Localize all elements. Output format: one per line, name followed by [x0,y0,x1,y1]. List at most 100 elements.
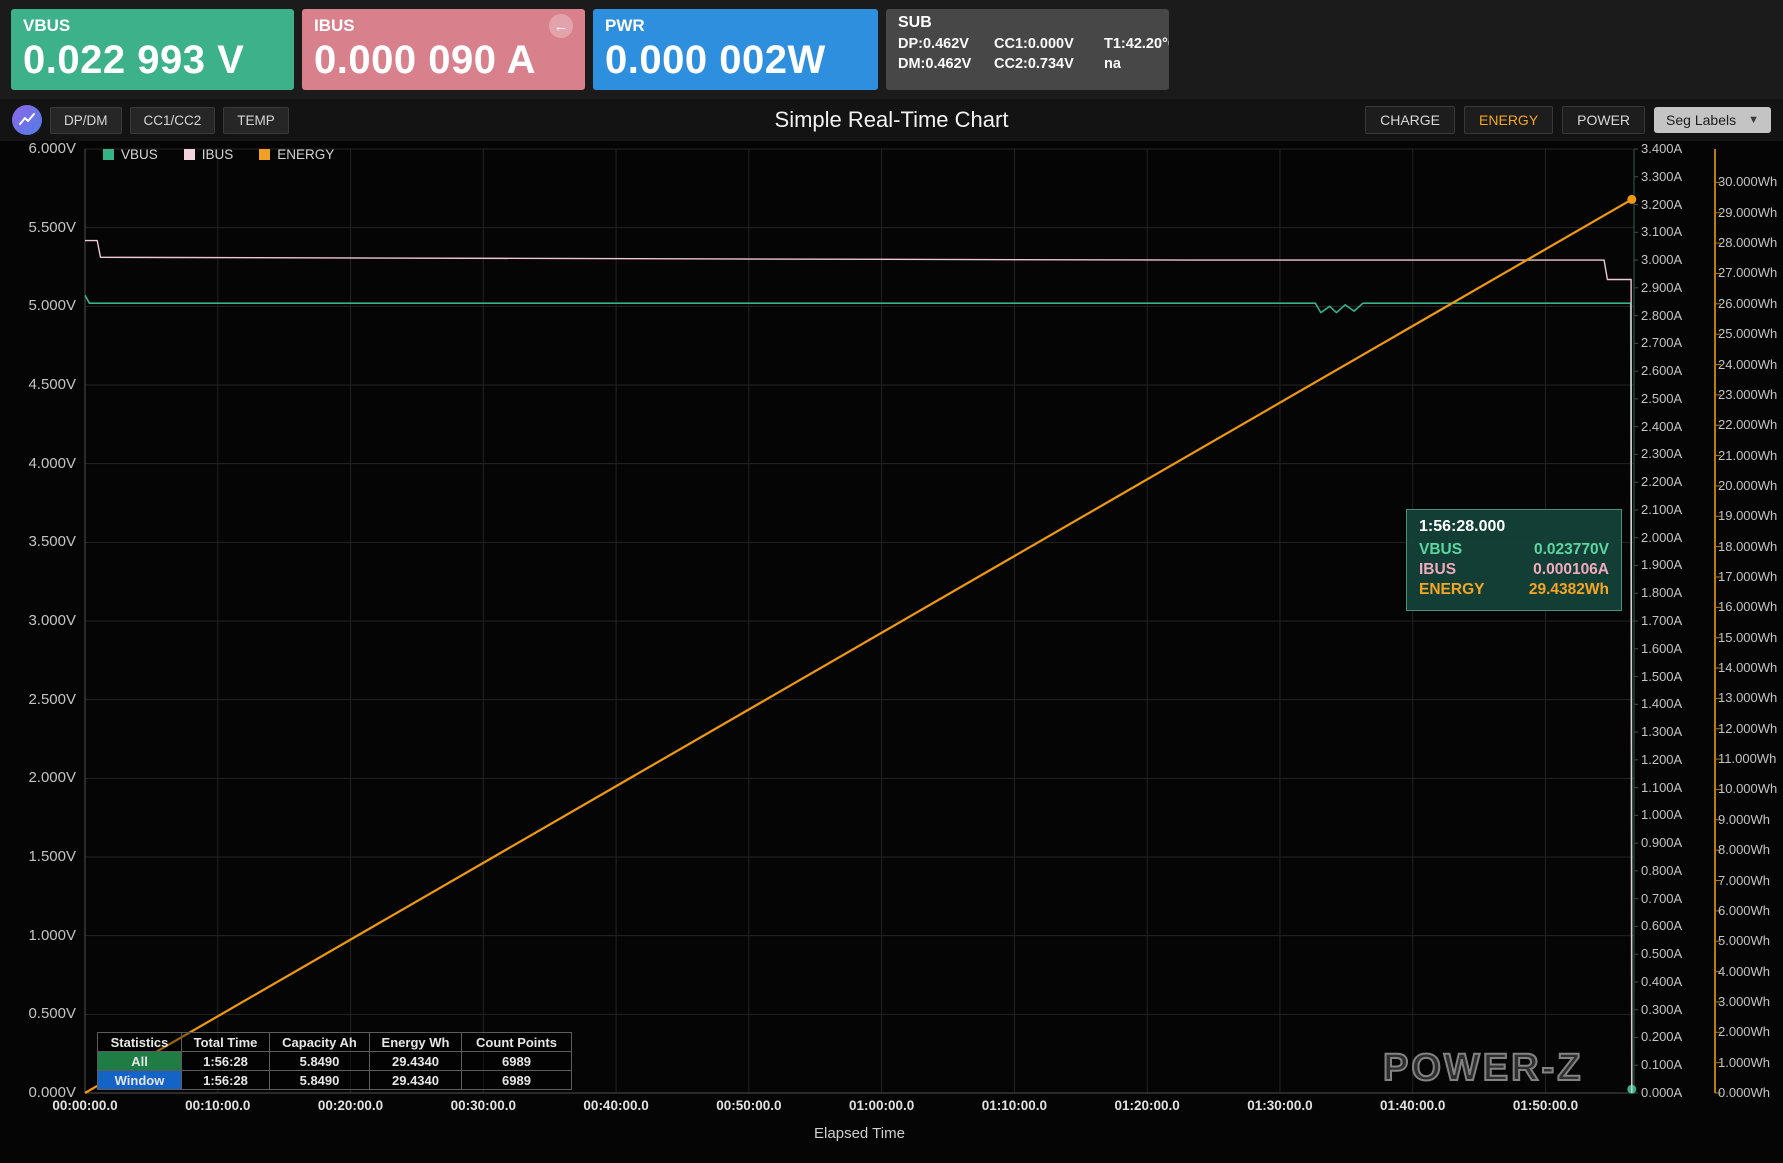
axis-tick-label: 25.000Wh [1718,326,1777,341]
stats-cell: 6989 [462,1071,572,1090]
axis-tick-label: 12.000Wh [1718,721,1777,736]
axis-tick-label: 15.000Wh [1718,630,1777,645]
tooltip-vbus-label: VBUS [1419,541,1462,559]
energy-end-marker [1627,195,1636,204]
axis-tick-label: 1.800A [1641,585,1682,600]
legend-item-energy[interactable]: ENERGY [259,147,334,162]
axis-tick-label: 27.000Wh [1718,265,1777,280]
axis-tick-label: 5.000V [0,297,76,314]
axis-tick-label: 1.000A [1641,807,1682,822]
stats-header: Capacity Ah [270,1033,370,1052]
axis-tick-label: 18.000Wh [1718,539,1777,554]
axis-tick-label: 0.300A [1641,1002,1682,1017]
axis-tick-label: 19.000Wh [1718,508,1777,523]
axis-tick-label: 0.000A [1641,1085,1682,1100]
chart-line-glyph [17,110,37,130]
axis-tick-label: 2.100A [1641,502,1682,517]
sub-dp-value: DP:0.462V [898,36,994,52]
axis-tick-label: 2.700A [1641,335,1682,350]
axis-tick-label: 2.600A [1641,363,1682,378]
sub-na-value: na [1104,56,1169,72]
stats-window-label: Window [98,1071,182,1090]
axis-tick-label: 0.400A [1641,974,1682,989]
legend-swatch [184,149,195,160]
axis-tick-label: 1.900A [1641,557,1682,572]
back-arrow-icon[interactable]: ← [549,14,573,38]
chart-title: Simple Real-Time Chart [775,107,1009,133]
energy-button[interactable]: ENERGY [1464,106,1553,134]
app-chart-icon[interactable] [12,105,42,135]
legend-item-ibus[interactable]: IBUS [184,147,234,162]
axis-tick-label: 00:50:00.0 [689,1098,809,1113]
axis-tick-label: 2.500V [0,691,76,708]
legend-label: VBUS [121,147,158,162]
axis-tick-label: 0.700A [1641,891,1682,906]
axis-tick-label: 0.800A [1641,863,1682,878]
axis-tick-label: 17.000Wh [1718,569,1777,584]
axis-tick-label: 01:20:00.0 [1087,1098,1207,1113]
axis-tick-label: 0.500A [1641,946,1682,961]
axis-tick-label: 0.200A [1641,1029,1682,1044]
energy-series-line [85,199,1632,1093]
axis-tick-label: 00:10:00.0 [158,1098,278,1113]
charge-button[interactable]: CHARGE [1365,106,1455,134]
chart-tooltip: 1:56:28.000 VBUS 0.023770V IBUS 0.000106… [1406,509,1622,611]
stats-header: Energy Wh [370,1033,462,1052]
vbus-card-label: VBUS [23,16,70,36]
axis-tick-label: 1.200A [1641,752,1682,767]
axis-tick-label: 1.600A [1641,641,1682,656]
axis-tick-label: 13.000Wh [1718,690,1777,705]
axis-tick-label: 3.300A [1641,169,1682,184]
axis-tick-label: 2.300A [1641,446,1682,461]
axis-tick-label: 01:10:00.0 [954,1098,1074,1113]
pwr-card-label: PWR [605,16,645,36]
axis-tick-label: 1.700A [1641,613,1682,628]
axis-tick-label: 2.800A [1641,308,1682,323]
axis-tick-label: 0.900A [1641,835,1682,850]
axis-tick-label: 2.500A [1641,391,1682,406]
axis-tick-label: 3.000A [1641,252,1682,267]
axis-tick-label: 3.000V [0,612,76,629]
chart-area[interactable]: 6.000V5.500V5.000V4.500V4.000V3.500V3.00… [0,141,1783,1163]
tab-dpdm[interactable]: DP/DM [50,107,122,134]
stats-all-label: All [98,1052,182,1071]
axis-tick-label: 1.300A [1641,724,1682,739]
legend-item-vbus[interactable]: VBUS [103,147,158,162]
axis-tick-label: 22.000Wh [1718,417,1777,432]
axis-tick-label: 10.000Wh [1718,781,1777,796]
ibus-card-label: IBUS [314,16,355,36]
axis-tick-label: 00:30:00.0 [423,1098,543,1113]
seg-labels-dropdown[interactable]: Seg Labels ▼ [1654,107,1771,133]
tab-temp[interactable]: TEMP [223,107,289,134]
stats-header: Statistics [98,1033,182,1052]
stats-header-row: Statistics Total Time Capacity Ah Energy… [98,1033,572,1052]
legend-swatch [103,149,114,160]
stats-cell: 5.8490 [270,1052,370,1071]
axis-tick-label: 3.500V [0,533,76,550]
axis-tick-label: 1.500A [1641,669,1682,684]
axis-tick-label: 16.000Wh [1718,599,1777,614]
tab-cc1cc2[interactable]: CC1/CC2 [130,107,216,134]
axis-tick-label: 5.500V [0,219,76,236]
axis-tick-label: 28.000Wh [1718,235,1777,250]
tooltip-ibus-label: IBUS [1419,561,1456,579]
power-button[interactable]: POWER [1562,106,1645,134]
sub-cc1-value: CC1:0.000V [994,36,1104,52]
axis-tick-label: 2.000Wh [1718,1024,1770,1039]
stats-cell: 29.4340 [370,1052,462,1071]
axis-tick-label: 3.400A [1641,141,1682,156]
sub-cc2-value: CC2:0.734V [994,56,1104,72]
tooltip-time: 1:56:28.000 [1419,518,1609,536]
axis-tick-label: 6.000Wh [1718,903,1770,918]
axis-tick-label: 9.000Wh [1718,812,1770,827]
tooltip-energy-row: ENERGY 29.4382Wh [1419,581,1609,599]
tooltip-ibus-value: 0.000106A [1533,561,1609,579]
chart-toolbar: DP/DM CC1/CC2 TEMP Simple Real-Time Char… [0,99,1783,141]
stats-table: Statistics Total Time Capacity Ah Energy… [97,1032,572,1090]
axis-tick-label: 2.400A [1641,419,1682,434]
axis-tick-label: 4.000V [0,455,76,472]
sub-t1-value: T1:42.20°C [1104,36,1169,52]
pwr-card-value: 0.000 002W [605,37,866,83]
tooltip-energy-label: ENERGY [1419,581,1484,599]
legend-label: ENERGY [277,147,334,162]
